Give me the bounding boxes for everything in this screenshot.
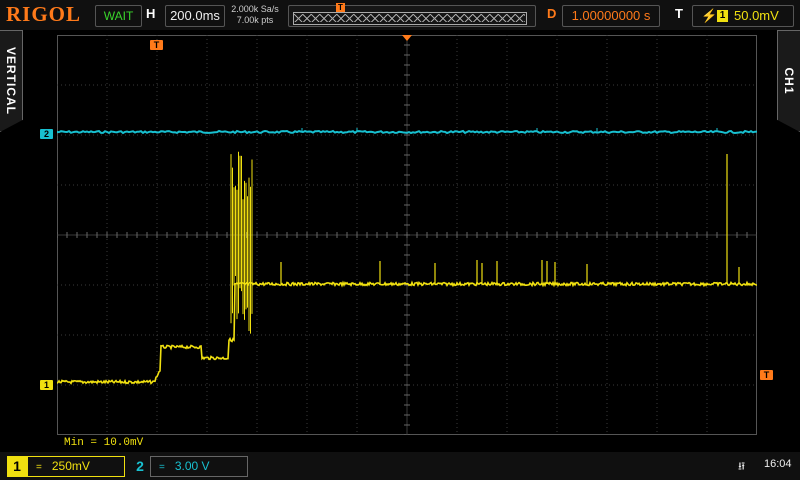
vertical-tab-label: VERTICAL <box>4 47 18 115</box>
ch2-scale: 3.00 V <box>174 459 210 473</box>
trigger-level-marker[interactable]: T <box>760 370 773 380</box>
ch1-scale-box: = 250mV <box>27 456 125 477</box>
measurement-readout: Min = 10.0mV <box>64 437 144 449</box>
vertical-menu-tab[interactable]: VERTICAL <box>0 30 23 132</box>
memory-overview <box>288 5 536 27</box>
usb-icon: ⭿ <box>738 461 746 473</box>
ch2-coupling-icon: = <box>159 462 165 473</box>
memory-window <box>293 12 527 25</box>
trigger-position-icon: T <box>336 3 345 12</box>
ch1-scale: 250mV <box>51 459 90 473</box>
rising-edge-icon: ⚡ <box>701 8 718 23</box>
memory-depth: 7.00k pts <box>236 15 274 25</box>
brand-logo: RIGOL <box>6 2 82 26</box>
channel-menu-tab[interactable]: CH1 <box>777 30 800 132</box>
ch2-number: 2 <box>130 456 150 477</box>
sample-info: 2.000k Sa/s 7.00k pts <box>228 4 282 26</box>
delay-label: D <box>547 6 557 21</box>
channel-tab-label: CH1 <box>782 67 796 95</box>
trigger-position-marker[interactable]: T <box>150 40 163 50</box>
timebase-value[interactable]: 200.0ms <box>165 5 225 27</box>
trigger-label: T <box>675 6 683 21</box>
acquisition-status[interactable]: WAIT <box>95 5 142 27</box>
trigger-source: 1 <box>717 10 728 22</box>
horizontal-label: H <box>146 6 156 21</box>
ch1-coupling-icon: = <box>36 462 42 473</box>
trigger-center-marker <box>402 35 412 41</box>
top-bar: RIGOL WAIT H 200.0ms 2.000k Sa/s 7.00k p… <box>0 0 800 30</box>
delay-value[interactable]: 1.00000000 s <box>562 5 660 27</box>
ch1-offset-marker[interactable]: 1 <box>40 380 53 390</box>
sample-rate: 2.000k Sa/s <box>231 4 279 14</box>
ch1-number: 1 <box>7 456 27 477</box>
ch2-scale-box: = 3.00 V <box>150 456 248 477</box>
ch2-offset-marker[interactable]: 2 <box>40 129 53 139</box>
trigger-level: 50.0mV <box>734 8 779 23</box>
waveform-display[interactable] <box>57 35 757 435</box>
clock: 16:04 <box>764 458 792 470</box>
waveform-canvas <box>57 35 757 435</box>
trigger-settings[interactable]: ⚡ 1 50.0mV <box>692 5 794 27</box>
